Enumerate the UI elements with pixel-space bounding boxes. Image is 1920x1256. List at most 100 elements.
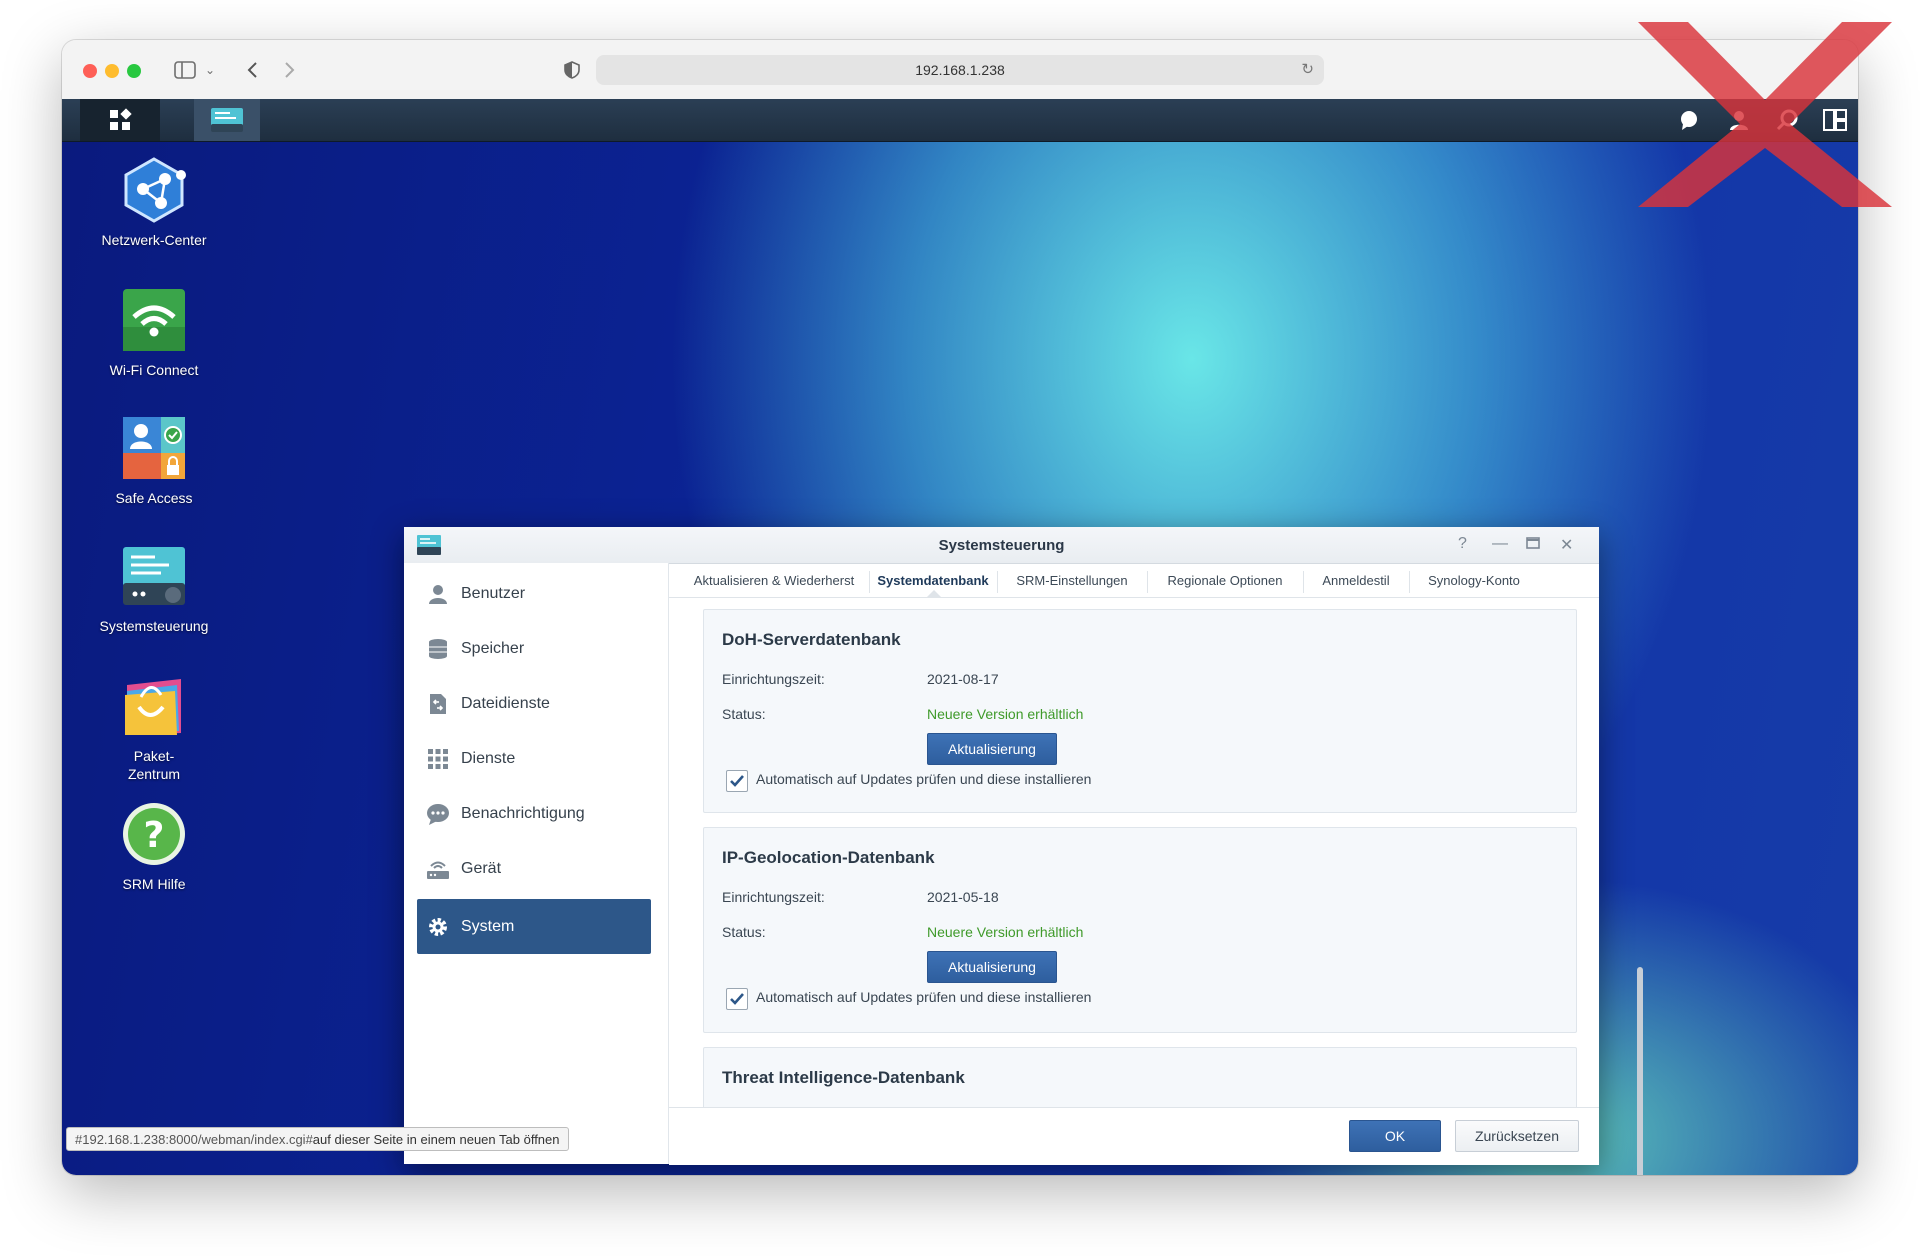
setup-time-value: 2021-08-17 bbox=[927, 671, 999, 687]
storage-icon bbox=[425, 636, 451, 662]
tab-regionale-optionen[interactable]: Regionale Optionen bbox=[1147, 563, 1303, 597]
status-link-url: #192.168.1.238:8000/webman/index.cgi# bbox=[75, 1131, 313, 1147]
address-bar[interactable]: 192.168.1.238 ↻ bbox=[596, 55, 1324, 85]
close-icon[interactable]: ✕ bbox=[1560, 535, 1573, 555]
sidebar-item-label: Benachrichtigung bbox=[461, 805, 585, 822]
maximize-icon[interactable] bbox=[1526, 536, 1540, 554]
notification-icon bbox=[425, 801, 451, 827]
desktop-icon-label: Safe Access bbox=[115, 490, 193, 506]
tab-anmeldestil[interactable]: Anmeldestil bbox=[1303, 563, 1409, 597]
desktop-icon-label: SRM Hilfe bbox=[122, 876, 186, 892]
apps-grid-icon bbox=[110, 108, 132, 130]
status-label: Status: bbox=[722, 706, 766, 722]
update-button[interactable]: Aktualisierung bbox=[927, 733, 1057, 765]
tab-label: SRM-Einstellungen bbox=[1016, 572, 1128, 588]
browser-toolbar: ⌄ 192.168.1.238 ↻ bbox=[62, 40, 1858, 100]
control-panel-icon bbox=[121, 543, 187, 609]
auto-update-checkbox[interactable] bbox=[726, 770, 748, 792]
network-center-icon bbox=[121, 157, 187, 223]
desktop-icon-srm-hilfe[interactable]: ? SRM Hilfe bbox=[94, 801, 214, 893]
auto-update-label: Automatisch auf Updates prüfen und diese… bbox=[756, 989, 1092, 1005]
desktop-icon-label: Netzwerk-Center bbox=[101, 232, 207, 248]
sidebar-toggle-icon[interactable] bbox=[170, 56, 200, 84]
minimize-window-button[interactable] bbox=[105, 64, 119, 78]
settings-tabs: Aktualisieren & Wiederherst Systemdatenb… bbox=[669, 563, 1599, 598]
desktop-icon-label: Paket- bbox=[133, 748, 175, 764]
settings-content: DoH-Serverdatenbank Einrichtungszeit: 20… bbox=[669, 597, 1599, 1107]
safe-access-icon bbox=[121, 415, 187, 481]
minimize-icon[interactable]: — bbox=[1492, 535, 1508, 553]
forward-icon[interactable] bbox=[278, 56, 302, 84]
gear-icon bbox=[425, 914, 451, 940]
window-title: Systemsteuerung bbox=[938, 537, 1065, 554]
database-card-threat-intelligence: Threat Intelligence-Datenbank bbox=[703, 1047, 1577, 1107]
tab-aktualisieren-wiederherst[interactable]: Aktualisieren & Wiederherst bbox=[679, 563, 869, 597]
tab-label: Aktualisieren & Wiederherst bbox=[693, 572, 855, 588]
window-titlebar[interactable]: Systemsteuerung ? — ✕ bbox=[404, 527, 1599, 564]
database-card-doh: DoH-Serverdatenbank Einrichtungszeit: 20… bbox=[703, 609, 1577, 813]
sidebar-item-label: Speicher bbox=[461, 640, 525, 657]
database-card-ip-geolocation: IP-Geolocation-Datenbank Einrichtungszei… bbox=[703, 827, 1577, 1033]
setup-time-label: Einrichtungszeit: bbox=[722, 889, 825, 905]
taskbar-control-panel[interactable] bbox=[194, 99, 260, 141]
checkmark-icon bbox=[730, 993, 744, 1005]
tab-label: Synology-Konto bbox=[1428, 572, 1520, 588]
sidebar-item-label: Dateidienste bbox=[461, 695, 550, 712]
sidebar-item-label: System bbox=[461, 917, 515, 935]
sidebar-item-benachrichtigung[interactable]: Benachrichtigung bbox=[417, 789, 651, 839]
sidebar-item-benutzer[interactable]: Benutzer bbox=[417, 569, 651, 619]
package-center-icon bbox=[121, 673, 187, 739]
user-icon bbox=[425, 581, 451, 607]
address-text: 192.168.1.238 bbox=[915, 62, 1005, 78]
zoom-window-button[interactable] bbox=[127, 64, 141, 78]
setup-time-label: Einrichtungszeit: bbox=[722, 671, 825, 687]
tab-srm-einstellungen[interactable]: SRM-Einstellungen bbox=[997, 563, 1147, 597]
desktop-icon-wifi-connect[interactable]: Wi-Fi Connect bbox=[94, 287, 214, 379]
card-title: Threat Intelligence-Datenbank bbox=[722, 1068, 965, 1087]
ok-button[interactable]: OK bbox=[1349, 1120, 1441, 1152]
sidebar-item-label: Dienste bbox=[461, 750, 516, 767]
sidebar-item-dienste[interactable]: Dienste bbox=[417, 734, 651, 784]
update-button[interactable]: Aktualisierung bbox=[927, 951, 1057, 983]
chevron-down-icon[interactable]: ⌄ bbox=[202, 56, 218, 84]
desktop-icon-netzwerk-center[interactable]: Netzwerk-Center bbox=[94, 157, 214, 249]
desktop-icon-paket-zentrum[interactable]: Paket- Zentrum bbox=[94, 673, 214, 783]
sidebar-item-geraet[interactable]: Gerät bbox=[417, 844, 651, 894]
settings-sidebar: Benutzer Speicher Dateidienste Dienste B… bbox=[404, 563, 669, 1164]
reload-icon[interactable]: ↻ bbox=[1301, 60, 1314, 78]
desktop-icon-systemsteuerung[interactable]: Systemsteuerung bbox=[94, 543, 214, 635]
desktop-icon-label: Systemsteuerung bbox=[99, 618, 209, 634]
sidebar-item-system[interactable]: System bbox=[417, 899, 651, 954]
tab-label: Anmeldestil bbox=[1322, 572, 1390, 588]
desktop-icon-label-line2: Zentrum bbox=[127, 766, 181, 782]
auto-update-checkbox[interactable] bbox=[726, 988, 748, 1010]
reset-button[interactable]: Zurücksetzen bbox=[1455, 1120, 1579, 1152]
status-value: Neuere Version erhältlich bbox=[927, 706, 1084, 722]
sidebar-item-speicher[interactable]: Speicher bbox=[417, 624, 651, 674]
sidebar-item-label: Gerät bbox=[461, 860, 502, 877]
back-icon[interactable] bbox=[240, 56, 264, 84]
taskbar bbox=[62, 99, 1858, 142]
main-menu-button[interactable] bbox=[80, 99, 160, 141]
link-status-bar: #192.168.1.238:8000/webman/index.cgi# au… bbox=[66, 1127, 569, 1151]
content-scrollbar[interactable] bbox=[1637, 967, 1643, 1175]
desktop-icon-safe-access[interactable]: Safe Access bbox=[94, 415, 214, 507]
checkmark-icon bbox=[730, 775, 744, 787]
shield-icon[interactable] bbox=[560, 56, 584, 84]
help-icon[interactable]: ? bbox=[1458, 535, 1467, 553]
status-link-text: auf dieser Seite in einem neuen Tab öffn… bbox=[312, 1131, 560, 1147]
control-panel-window: Systemsteuerung ? — ✕ Benutzer Speicher … bbox=[404, 527, 1643, 1175]
tab-label: Regionale Optionen bbox=[1167, 572, 1283, 588]
tab-synology-konto[interactable]: Synology-Konto bbox=[1409, 563, 1539, 597]
control-panel-icon bbox=[211, 108, 243, 132]
close-window-button[interactable] bbox=[83, 64, 97, 78]
file-services-icon bbox=[425, 691, 451, 717]
auto-update-label: Automatisch auf Updates prüfen und diese… bbox=[756, 771, 1092, 787]
services-icon bbox=[425, 746, 451, 772]
sidebar-item-dateidienste[interactable]: Dateidienste bbox=[417, 679, 651, 729]
device-icon bbox=[425, 856, 451, 882]
card-title: DoH-Serverdatenbank bbox=[722, 630, 901, 649]
help-icon: ? bbox=[121, 801, 187, 867]
card-title: IP-Geolocation-Datenbank bbox=[722, 848, 935, 867]
svg-text:?: ? bbox=[144, 815, 165, 856]
